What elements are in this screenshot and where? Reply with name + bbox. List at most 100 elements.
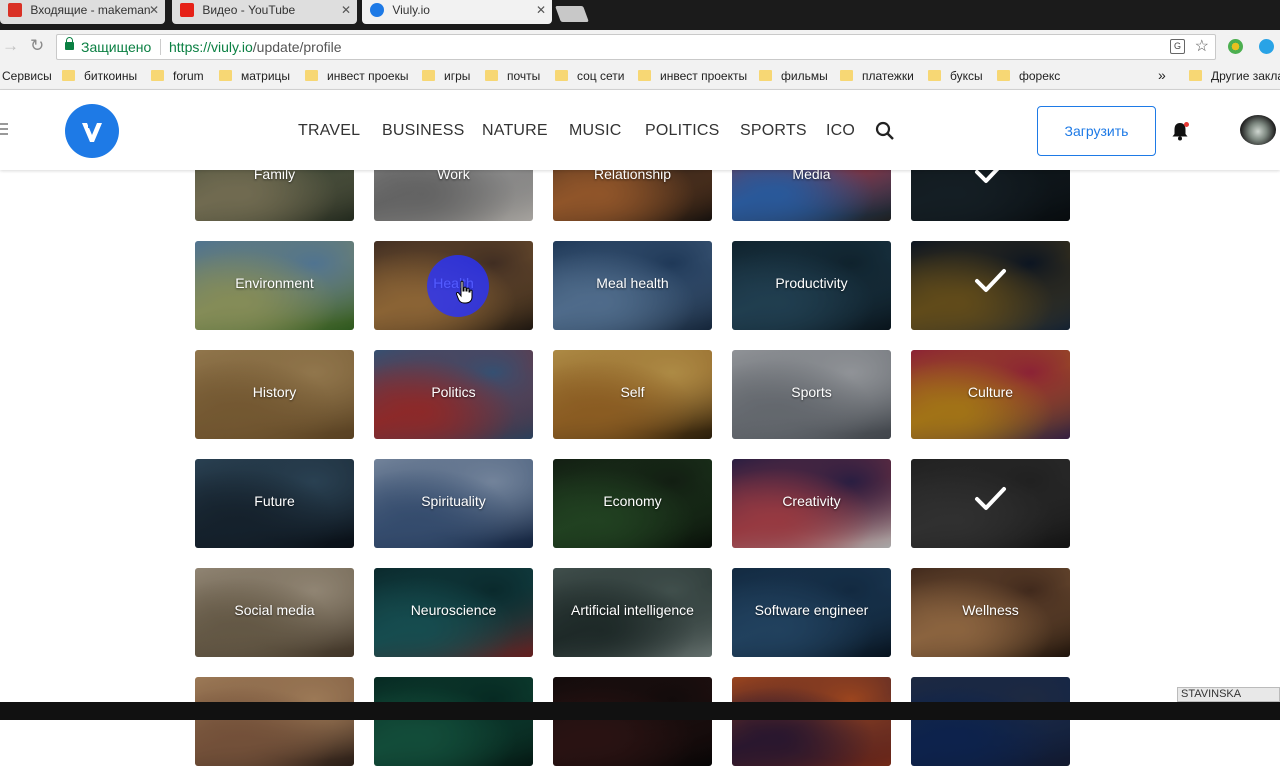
category-card[interactable]: Software engineer: [732, 568, 891, 657]
checkmark-icon: [975, 269, 1006, 292]
nav-business[interactable]: BUSINESS: [382, 122, 465, 140]
category-card[interactable]: Neuroscience: [374, 568, 533, 657]
category-label: Meal health: [596, 275, 669, 291]
folder-icon: [422, 70, 435, 81]
viuly-logo[interactable]: [65, 104, 119, 158]
bookmark-label: биткоины: [84, 69, 138, 83]
category-card[interactable]: Meal health: [553, 241, 712, 330]
bookmark-label: игры: [444, 69, 471, 83]
url-path: /update/profile: [252, 39, 342, 55]
category-card[interactable]: Wellness: [911, 568, 1070, 657]
watermark-label: STAVINSKA: [1177, 687, 1280, 702]
category-card[interactable]: [911, 241, 1070, 330]
folder-icon: [485, 70, 498, 81]
category-label: Software engineer: [754, 602, 869, 618]
category-card[interactable]: Future: [195, 459, 354, 548]
folder-icon: [305, 70, 318, 81]
browser-tab-mail[interactable]: Входящие - makeman ✕: [0, 0, 165, 24]
category-card[interactable]: [195, 677, 354, 766]
category-card[interactable]: Economy: [553, 459, 712, 548]
category-card[interactable]: [553, 677, 712, 766]
category-card[interactable]: [911, 677, 1070, 766]
upload-button[interactable]: Загрузить: [1037, 106, 1156, 156]
bookmark-label: forum: [173, 69, 204, 83]
nav-ico[interactable]: ICO: [826, 122, 855, 140]
bookmark-label: инвест проекты: [660, 69, 748, 83]
viuly-favicon-icon: [370, 3, 384, 17]
bookmark-folder[interactable]: инвест проекты: [638, 69, 747, 83]
close-tab-icon[interactable]: ✕: [149, 0, 159, 20]
bookmark-folder[interactable]: фильмы: [759, 69, 828, 83]
category-card[interactable]: Creativity: [732, 459, 891, 548]
card-overlay: [553, 677, 712, 766]
category-label: Sports: [791, 384, 832, 400]
card-overlay: [195, 677, 354, 766]
menu-icon[interactable]: [0, 123, 8, 135]
new-tab-button[interactable]: [555, 6, 589, 22]
nav-travel[interactable]: TRAVEL: [298, 122, 360, 140]
bookmark-folder[interactable]: почты: [485, 69, 540, 83]
category-card[interactable]: History: [195, 350, 354, 439]
close-tab-icon[interactable]: ✕: [341, 0, 351, 20]
category-label: Social media: [234, 602, 315, 618]
forward-icon[interactable]: →: [2, 36, 19, 56]
bookmark-folder[interactable]: матрицы: [219, 69, 290, 83]
category-card[interactable]: Spirituality: [374, 459, 533, 548]
category-card[interactable]: Politics: [374, 350, 533, 439]
extension-icon[interactable]: [1259, 39, 1274, 54]
bookmark-folder[interactable]: буксы: [928, 69, 983, 83]
category-card[interactable]: [374, 677, 533, 766]
browser-tab-youtube[interactable]: Видео - YouTube ✕: [172, 0, 357, 24]
bookmarks-overflow-button[interactable]: »: [1158, 67, 1166, 83]
bookmark-folder[interactable]: биткоины: [62, 69, 137, 83]
other-bookmarks[interactable]: Другие закладки: [1189, 69, 1280, 83]
nav-music[interactable]: MUSIC: [569, 122, 622, 140]
bookmark-folder[interactable]: платежки: [840, 69, 914, 83]
translate-icon[interactable]: G: [1170, 39, 1185, 54]
category-card[interactable]: Self: [553, 350, 712, 439]
browser-tab-strip: Входящие - makeman ✕ Видео - YouTube ✕ V…: [0, 0, 1280, 30]
bookmark-folder[interactable]: форекс: [997, 69, 1060, 83]
notification-badge: [1184, 122, 1189, 127]
bookmark-folder[interactable]: игры: [422, 69, 470, 83]
bookmark-services[interactable]: Сервисы: [2, 69, 52, 83]
logo-glyph-icon: [82, 119, 102, 142]
folder-icon: [997, 70, 1010, 81]
card-overlay: [374, 677, 533, 766]
bookmark-label: платежки: [862, 69, 914, 83]
category-card[interactable]: Social media: [195, 568, 354, 657]
close-tab-icon[interactable]: ✕: [536, 0, 546, 20]
bookmark-label: форекс: [1019, 69, 1061, 83]
nav-nature[interactable]: NATURE: [482, 122, 548, 140]
category-card[interactable]: Artificial intelligence: [553, 568, 712, 657]
category-label: Productivity: [775, 275, 848, 291]
category-card[interactable]: Culture: [911, 350, 1070, 439]
category-label: Wellness: [962, 602, 1019, 618]
nav-sports[interactable]: SPORTS: [740, 122, 807, 140]
category-card[interactable]: Sports: [732, 350, 891, 439]
card-overlay: [911, 677, 1070, 766]
category-card[interactable]: [732, 677, 891, 766]
bookmark-folder[interactable]: соц сети: [555, 69, 625, 83]
category-card[interactable]: [911, 459, 1070, 548]
checkmark-icon: [975, 487, 1006, 510]
url-text: https://viuly.io/update/profile: [169, 35, 342, 59]
search-icon[interactable]: [875, 121, 895, 141]
bookmark-folder[interactable]: инвест проекы: [305, 69, 408, 83]
category-label: Future: [254, 493, 295, 509]
extension-icon[interactable]: [1228, 39, 1243, 54]
browser-tab-viuly[interactable]: Viuly.io ✕: [362, 0, 552, 24]
folder-icon: [151, 70, 164, 81]
category-label: History: [252, 384, 297, 400]
category-card[interactable]: Environment: [195, 241, 354, 330]
bookmark-folder[interactable]: forum: [151, 69, 204, 83]
avatar[interactable]: [1240, 115, 1276, 145]
lock-icon: [65, 37, 74, 50]
bookmark-label: почты: [507, 69, 541, 83]
nav-politics[interactable]: POLITICS: [645, 122, 720, 140]
category-card[interactable]: Productivity: [732, 241, 891, 330]
address-bar[interactable]: Защищено https://viuly.io/update/profile…: [56, 34, 1216, 60]
reload-icon[interactable]: ↻: [30, 36, 44, 56]
url-host: https://viuly.io: [169, 39, 253, 55]
bookmark-star-icon[interactable]: ☆: [1195, 35, 1209, 59]
